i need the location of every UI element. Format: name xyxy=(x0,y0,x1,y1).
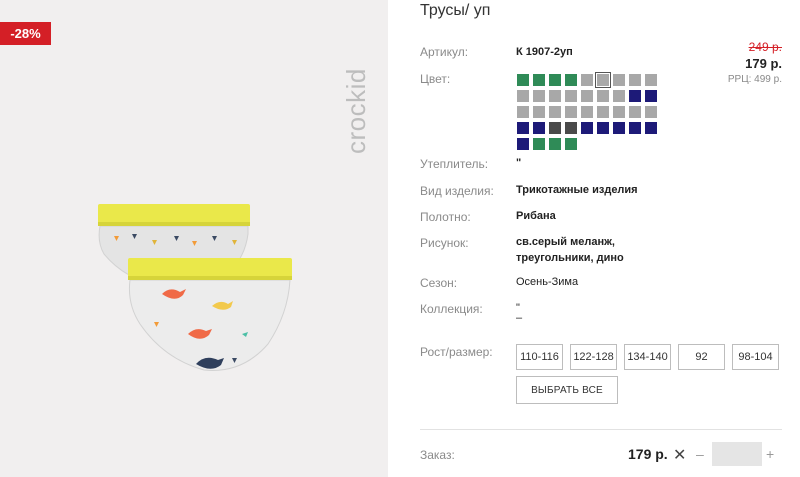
color-swatch[interactable] xyxy=(517,90,529,102)
quantity-decrease-button[interactable]: – xyxy=(696,446,704,462)
color-swatch[interactable] xyxy=(629,122,641,134)
pattern-value-line-1: св.серый меланж, xyxy=(516,236,615,248)
insulation-value: " xyxy=(516,157,522,169)
color-swatch[interactable] xyxy=(565,90,577,102)
color-swatch[interactable] xyxy=(645,74,657,86)
size-option-98-104[interactable]: 98-104 xyxy=(732,344,779,370)
color-swatch[interactable] xyxy=(645,122,657,134)
size-option-122-128[interactable]: 122-128 xyxy=(570,344,617,370)
size-option-110-116[interactable]: 110-116 xyxy=(516,344,563,370)
order-label: Заказ: xyxy=(420,448,455,462)
type-value: Трикотажные изделия xyxy=(516,184,638,196)
color-swatch[interactable] xyxy=(549,122,561,134)
color-swatch[interactable] xyxy=(629,106,641,118)
color-swatch[interactable] xyxy=(629,90,641,102)
color-swatch[interactable] xyxy=(613,106,625,118)
color-swatch[interactable] xyxy=(597,90,609,102)
color-swatch[interactable] xyxy=(645,106,657,118)
color-swatch[interactable] xyxy=(517,138,529,150)
product-title: Трусы/ уп xyxy=(420,2,491,19)
season-value: Осень-Зима xyxy=(516,276,579,288)
product-details: Трусы/ уп 249 р. 179 р. РРЦ: 499 р. Арти… xyxy=(420,0,790,477)
order-row: Заказ: 179 р. ✕ – + xyxy=(420,429,782,477)
brand-logo: crockid xyxy=(341,68,371,154)
order-price: 179 р. xyxy=(628,446,668,462)
size-label: Рост/размер: xyxy=(420,345,493,359)
color-swatch[interactable] xyxy=(565,106,577,118)
old-price: 249 р. xyxy=(748,40,782,54)
color-swatch[interactable] xyxy=(549,138,561,150)
color-swatch[interactable] xyxy=(613,74,625,86)
color-swatch[interactable] xyxy=(565,122,577,134)
insulation-label: Утеплитель: xyxy=(420,157,489,171)
quantity-increase-button[interactable]: + xyxy=(766,446,774,462)
color-swatch[interactable] xyxy=(613,122,625,134)
color-swatch[interactable] xyxy=(533,74,545,86)
pattern-value-line-2: треугольники, дино xyxy=(516,252,624,264)
pattern-label: Рисунок: xyxy=(420,236,469,250)
select-all-sizes-button[interactable]: ВЫБРАТЬ ВСЕ xyxy=(516,376,618,404)
color-swatch[interactable] xyxy=(565,138,577,150)
product-image xyxy=(98,204,292,371)
size-option-134-140[interactable]: 134-140 xyxy=(624,344,671,370)
recommended-retail-price: РРЦ: 499 р. xyxy=(727,74,782,85)
color-swatch[interactable] xyxy=(533,106,545,118)
remove-icon[interactable]: ✕ xyxy=(673,445,686,465)
color-label: Цвет: xyxy=(420,72,451,86)
color-swatch[interactable] xyxy=(629,74,641,86)
color-swatch[interactable] xyxy=(517,122,529,134)
article-value: К 1907-2уп xyxy=(516,46,573,58)
color-swatch[interactable] xyxy=(549,74,561,86)
color-swatch[interactable] xyxy=(645,90,657,102)
brand-logo-text: crockid xyxy=(341,68,371,154)
current-price: 179 р. xyxy=(745,56,782,71)
article-label: Артикул: xyxy=(420,45,469,59)
color-swatch[interactable] xyxy=(595,72,611,88)
season-label: Сезон: xyxy=(420,276,458,290)
color-swatch[interactable] xyxy=(613,90,625,102)
color-swatch[interactable] xyxy=(581,106,593,118)
fabric-value: Рибана xyxy=(516,210,556,222)
quantity-input[interactable] xyxy=(712,442,762,466)
color-swatch[interactable] xyxy=(517,106,529,118)
color-swatch[interactable] xyxy=(597,106,609,118)
size-options: 110-116 122-128 134-140 92 98-104 xyxy=(516,344,786,374)
color-swatch[interactable] xyxy=(549,106,561,118)
discount-badge: -28% xyxy=(0,22,51,45)
color-swatches xyxy=(516,72,661,153)
color-swatch[interactable] xyxy=(533,90,545,102)
fabric-label: Полотно: xyxy=(420,210,471,224)
color-swatch[interactable] xyxy=(533,138,545,150)
color-swatch[interactable] xyxy=(581,90,593,102)
size-option-92[interactable]: 92 xyxy=(678,344,725,370)
collection-label: Коллекция: xyxy=(420,302,483,316)
color-swatch[interactable] xyxy=(581,74,593,86)
color-swatch[interactable] xyxy=(565,74,577,86)
color-swatch[interactable] xyxy=(581,122,593,134)
collection-value-line-2: – xyxy=(516,312,523,324)
color-swatch[interactable] xyxy=(517,74,529,86)
color-swatch[interactable] xyxy=(597,122,609,134)
color-swatch[interactable] xyxy=(533,122,545,134)
type-label: Вид изделия: xyxy=(420,184,494,198)
product-photo-panel: -28% crockid xyxy=(0,0,388,477)
color-swatch[interactable] xyxy=(549,90,561,102)
